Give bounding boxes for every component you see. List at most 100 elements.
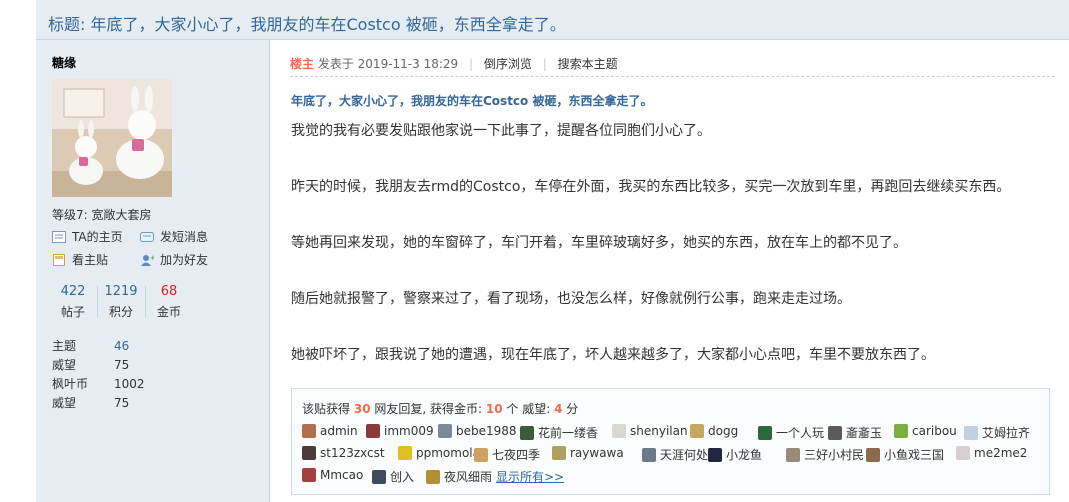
rater-name: caribou	[912, 424, 957, 438]
profile-link-label: TA的主页	[72, 230, 123, 244]
rater-user[interactable]: ppmomola	[398, 446, 480, 460]
rater-name: 齑齑玉	[846, 426, 883, 440]
view-op-only-link[interactable]: 看主贴	[52, 251, 108, 268]
stat-coins[interactable]: 68 金币	[146, 284, 192, 320]
rater-user[interactable]: 七夜四季	[474, 446, 540, 463]
add-friend-link[interactable]: + 加为好友	[140, 251, 208, 268]
stat-posts-label: 帖子	[60, 305, 85, 319]
author-sidebar: 糖缘 等级7: 宽敞大套房 TA的主页 发短消息 看主贴 + 加为好友 422 …	[36, 40, 270, 502]
info-key: 威望	[52, 396, 77, 410]
rater-name: 三好小村民	[804, 448, 865, 462]
rater-name: dogg	[708, 424, 739, 438]
rater-name: bebe1988	[456, 424, 517, 438]
rater-avatar	[520, 426, 534, 440]
rater-name: 七夜四季	[492, 448, 541, 462]
user-level[interactable]: 等级7: 宽敞大套房	[52, 206, 152, 223]
rater-avatar	[690, 424, 704, 438]
rating-prestige-suffix: 分	[566, 402, 579, 416]
rater-avatar	[372, 470, 386, 484]
rater-name: 小龙鱼	[726, 448, 763, 462]
reverse-order-link[interactable]: 倒序浏览	[484, 57, 532, 71]
rater-user[interactable]: 夜风细雨	[426, 468, 492, 485]
rater-name: 小鱼戏三国	[884, 448, 945, 462]
rater-user[interactable]: 齑齑玉	[828, 424, 882, 441]
info-row: 主题 46	[52, 337, 145, 356]
search-topic-link[interactable]: 搜索本主题	[558, 57, 618, 71]
info-value: 75	[114, 396, 130, 410]
rater-avatar	[828, 426, 842, 440]
author-name[interactable]: 糖缘	[52, 54, 76, 71]
rater-user[interactable]: imm009	[366, 424, 434, 438]
rater-name: Mmcao	[320, 468, 364, 482]
stat-coins-value: 68	[160, 284, 178, 299]
rater-user[interactable]: dogg	[690, 424, 738, 438]
rater-user[interactable]: 艾姆拉齐	[964, 424, 1030, 441]
stat-points-value: 1219	[104, 284, 138, 299]
rater-name: 夜风细雨	[444, 470, 493, 484]
rater-avatar	[758, 426, 772, 440]
info-key: 枫叶币	[52, 377, 89, 391]
rating-coins-count: 10	[485, 402, 503, 416]
rater-name: st123zxcst	[320, 446, 385, 460]
send-message-link[interactable]: 发短消息	[140, 228, 208, 245]
post-paragraph: 等她再回来发现，她的车窗碎了，车门开着，车里碎玻璃好多，她买的东西，放在车上的都…	[291, 235, 907, 251]
show-all-raters-link[interactable]: 显示所有>>	[496, 468, 564, 485]
rater-avatar	[398, 446, 412, 460]
rater-avatar	[866, 448, 880, 462]
rater-user[interactable]: me2me2	[956, 446, 1027, 460]
post-paragraph: 她被吓坏了，跟我说了她的遭遇，现在年底了，坏人越来越多了，大家都小心点吧，车里不…	[291, 347, 935, 363]
thread-title-bar: 标题: 年底了，大家小心了，我朋友的车在Costco 被砸，东西全拿走了。	[36, 0, 1069, 40]
rater-name: raywawa	[570, 446, 624, 460]
rater-user[interactable]: 天涯何处	[642, 446, 708, 463]
info-value: 1002	[114, 377, 145, 391]
rater-avatar	[642, 448, 656, 462]
rater-user[interactable]: bebe1988	[438, 424, 517, 438]
rater-user[interactable]: 一个人玩	[758, 424, 824, 441]
rater-user[interactable]: shenyilan	[612, 424, 688, 438]
meta-divider-line	[290, 76, 1055, 77]
info-row: 威望 75	[52, 394, 145, 413]
rater-avatar	[366, 424, 380, 438]
rater-name: 天涯何处	[660, 448, 709, 462]
rater-avatar	[786, 448, 800, 462]
rater-user[interactable]: st123zxcst	[302, 446, 385, 460]
meta-divider: |	[542, 57, 547, 71]
rater-user[interactable]: admin	[302, 424, 358, 438]
rater-user[interactable]: raywawa	[552, 446, 624, 460]
rater-name: me2me2	[974, 446, 1028, 460]
rating-coins-suffix: 个 威望:	[506, 402, 551, 416]
rater-user[interactable]: 三好小村民	[786, 446, 864, 463]
rater-user[interactable]: 花前一缕香	[520, 424, 598, 441]
profile-link[interactable]: TA的主页	[52, 228, 123, 245]
rater-name: 一个人玩	[776, 426, 825, 440]
rater-user[interactable]: 小龙鱼	[708, 446, 762, 463]
post-paragraph: 随后她就报警了，警察来过了，看了现场，也没怎么样，好像就例行公事，跑来走走过场。	[291, 291, 851, 307]
rater-name: 艾姆拉齐	[982, 426, 1031, 440]
rater-user[interactable]: 小鱼戏三国	[866, 446, 944, 463]
rating-box: 该贴获得 30 网友回复, 获得金币: 10 个 威望: 4 分 admin im…	[291, 388, 1050, 495]
send-message-label: 发短消息	[160, 230, 209, 244]
message-icon	[140, 231, 154, 243]
info-key: 主题	[52, 339, 77, 353]
stat-coins-label: 金币	[156, 305, 181, 319]
rater-avatar	[426, 470, 440, 484]
rater-name: 创入	[390, 470, 415, 484]
avatar[interactable]	[52, 79, 172, 197]
rater-avatar	[438, 424, 452, 438]
rater-name: 花前一缕香	[538, 426, 599, 440]
add-friend-icon: +	[140, 254, 156, 266]
rater-avatar	[552, 446, 566, 460]
rater-avatar	[474, 448, 488, 462]
stat-points[interactable]: 1219 积分	[98, 284, 144, 320]
rater-name: imm009	[384, 424, 434, 438]
rater-user[interactable]: caribou	[894, 424, 957, 438]
info-value[interactable]: 46	[114, 339, 129, 353]
rater-avatar	[708, 448, 722, 462]
rating-prefix: 该贴获得	[302, 402, 351, 416]
rating-replies-count: 30	[353, 402, 371, 416]
rater-user[interactable]: 创入	[372, 468, 414, 485]
post-content-area: 楼主 发表于 2019-11-3 18:29 | 倒序浏览 | 搜索本主题 年底…	[270, 40, 1069, 502]
stat-posts[interactable]: 422 帖子	[50, 284, 96, 320]
rater-user[interactable]: Mmcao	[302, 468, 363, 482]
rating-summary: 该贴获得 30 网友回复, 获得金币: 10 个 威望: 4 分	[302, 400, 578, 417]
